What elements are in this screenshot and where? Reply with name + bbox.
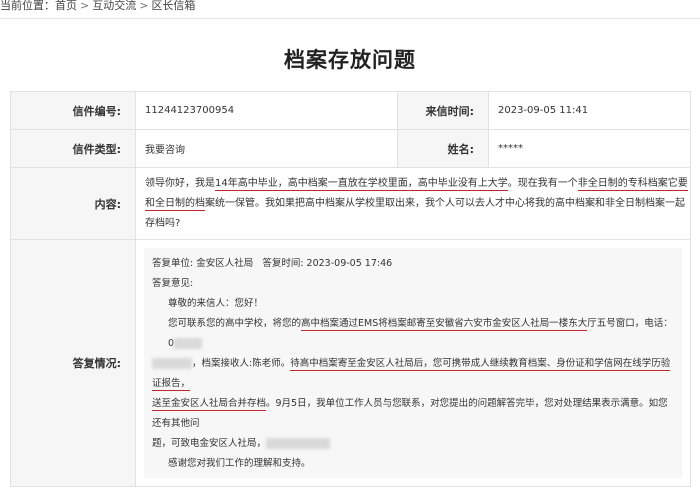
redacted-text [152, 358, 192, 369]
reply-cell: 答复单位: 金安区人社局 答复时间: 2023-09-05 17:46 答复意见… [135, 239, 691, 487]
letter-type-value: 我要咨询 [135, 129, 398, 168]
reply-body: ，档案接收人:陈老师。待高中档案寄至金安区人社局后，您可携带成人继续教育档案、身… [152, 354, 674, 394]
reply-time: 2023-09-05 17:46 [306, 258, 393, 269]
table-row: 信件编号: 11244123700954 来信时间: 2023-09-05 11… [10, 91, 691, 130]
reply-unit-label: 答复单位: [152, 258, 194, 269]
reply-highlight: 高中档案通过EMS将档案邮寄至安徽省六安市金安区人社局一楼东大 [301, 318, 588, 331]
reply-meta: 答复单位: 金安区人社局 答复时间: 2023-09-05 17:46 [152, 254, 674, 274]
reply-greeting: 尊敬的来信人：您好！ [168, 298, 264, 309]
divider [0, 18, 700, 19]
redacted-phone [174, 338, 203, 349]
content-text: 。现在我有一个 [507, 178, 578, 189]
letter-name-value: ***** [488, 129, 691, 168]
letter-name-label: 姓名: [397, 129, 489, 168]
table-row: 内容: 领导你好，我是14年高中毕业，高中档案一直放在学校里面，高中毕业没有上大… [10, 167, 691, 240]
redacted-phone [266, 438, 331, 449]
reply-body: 题，可致电金安区人社局， [152, 434, 674, 454]
letter-id-value: 11244123700954 [135, 91, 398, 130]
breadcrumb-mailbox-link[interactable]: 区长信箱 [151, 0, 195, 12]
letter-type-label: 信件类型: [10, 129, 136, 168]
breadcrumb-prefix: 当前位置： [0, 0, 55, 12]
reply-text: 题，可致电金安区人社局， [152, 438, 267, 449]
table-row: 答复情况: 答复单位: 金安区人社局 答复时间: 2023-09-05 17:4… [10, 239, 691, 487]
reply-box: 答复单位: 金安区人社局 答复时间: 2023-09-05 17:46 答复意见… [144, 248, 682, 478]
reply-time-label: 答复时间: [262, 258, 304, 269]
letter-table: 信件编号: 11244123700954 来信时间: 2023-09-05 11… [10, 91, 691, 487]
reply-body: 您可联系您的高中学校，将您的高中档案通过EMS将档案邮寄至安徽省六安市金安区人社… [152, 314, 674, 354]
reply-highlight: 送至金安区人社局合并存档 [152, 398, 267, 411]
reply-unit: 金安区人社局 [196, 258, 254, 269]
reply-text: ，档案接收人:陈老师。 [192, 358, 291, 369]
reply-label: 答复情况: [10, 239, 136, 487]
content-text: 领导你好，我是 [145, 178, 215, 189]
letter-content-label: 内容: [10, 167, 136, 240]
reply-opinion-label: 答复意见: [152, 278, 194, 289]
breadcrumb-interaction-link[interactable]: 互动交流 [92, 0, 136, 12]
content-text: 案统一保管。我如果把高中档案从学校里取出来，我个人可以去人才中心将我的高中档案和… [145, 198, 685, 229]
letter-content: 领导你好，我是14年高中毕业，高中档案一直放在学校里面，高中毕业没有上大学。现在… [135, 167, 691, 240]
letter-id-label: 信件编号: [10, 91, 136, 130]
breadcrumb-separator: > [139, 0, 149, 12]
reply-body: 送至金安区人社局合并存档。9月5日，我单位工作人员与您联系，对您提出的问题解答完… [152, 394, 674, 434]
letter-content-text: 领导你好，我是14年高中毕业，高中档案一直放在学校里面，高中毕业没有上大学。现在… [136, 168, 690, 239]
content-highlight: 14年高中毕业，高中档案一直放在学校里面，高中毕业没有上大学 [215, 178, 508, 191]
table-row: 信件类型: 我要咨询 姓名: ***** [10, 129, 691, 168]
breadcrumb-home-link[interactable]: 首页 [55, 0, 77, 12]
reply-text: 您可联系您的高中学校，将您的 [168, 318, 302, 329]
breadcrumb: 当前位置：首页 > 互动交流 > 区长信箱 [0, 0, 195, 12]
breadcrumb-separator: > [80, 0, 90, 12]
reply-closing: 感谢您对我们工作的理解和支持。 [168, 458, 311, 469]
page-title: 档案存放问题 [284, 48, 416, 72]
letter-time-value: 2023-09-05 11:41 [488, 91, 691, 130]
letter-time-label: 来信时间: [397, 91, 489, 130]
